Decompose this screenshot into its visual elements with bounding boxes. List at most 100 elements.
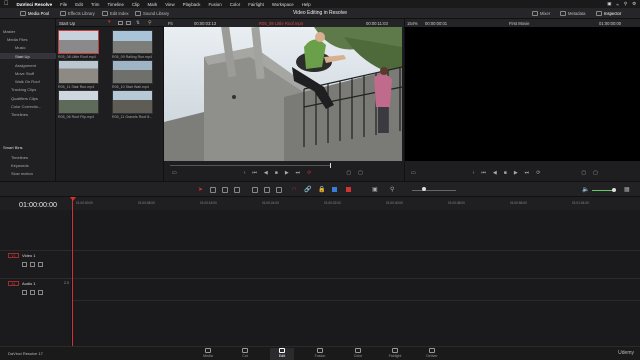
sort-icon[interactable]: ⇅: [136, 20, 140, 26]
reverse-icon[interactable]: ◀: [264, 170, 268, 176]
page-deliver[interactable]: Deliver: [420, 348, 444, 360]
menu-edit[interactable]: Edit: [75, 2, 83, 7]
page-media[interactable]: Media: [196, 348, 220, 360]
menu-color[interactable]: Color: [230, 2, 241, 7]
viewer-options-icon[interactable]: ▭: [411, 170, 416, 176]
zoom-full-icon[interactable]: ▣: [372, 186, 378, 193]
track-badge[interactable]: V1: [8, 253, 19, 258]
marker-color-icon[interactable]: [346, 187, 351, 192]
search-icon[interactable]: ⚲: [624, 1, 627, 7]
reverse-icon[interactable]: ◀: [493, 170, 497, 176]
menu-timeline[interactable]: Timeline: [107, 2, 123, 7]
volume-slider-handle[interactable]: [612, 188, 616, 192]
page-fusion[interactable]: Fusion: [308, 348, 332, 360]
page-fairlight[interactable]: Fairlight: [383, 348, 407, 360]
menu-view[interactable]: View: [165, 2, 174, 7]
mark-in-icon[interactable]: ▢: [581, 170, 586, 176]
overwrite-clip-icon[interactable]: [264, 187, 270, 193]
wifi-icon[interactable]: ≈: [616, 2, 618, 7]
go-to-start-icon[interactable]: ⏮: [481, 170, 486, 176]
bin-music[interactable]: Music: [15, 45, 25, 50]
viewer-options-icon[interactable]: ▭: [172, 170, 177, 176]
lock-track-icon[interactable]: [22, 290, 27, 295]
insert-clip-icon[interactable]: [252, 187, 258, 193]
flag-color-icon[interactable]: [332, 187, 337, 192]
record-zoom[interactable]: 154%: [407, 21, 418, 26]
solo-icon[interactable]: [30, 290, 35, 295]
thumbnail-view-icon[interactable]: [118, 20, 123, 25]
go-to-end-icon[interactable]: ⏭: [296, 170, 301, 176]
menu-playback[interactable]: Playback: [183, 2, 201, 7]
menu-help[interactable]: Help: [302, 2, 311, 7]
source-viewer[interactable]: [164, 27, 402, 161]
jog-left-icon[interactable]: ‹: [473, 170, 475, 176]
bin-master[interactable]: Master: [3, 29, 15, 34]
mixer-button[interactable]: Mixer: [532, 10, 550, 17]
smart-bin-keywords[interactable]: Keywords: [11, 163, 29, 168]
clip-thumbnail[interactable]: R05_11 Stair Run.mp4: [58, 60, 99, 89]
menu-workspace[interactable]: Workspace: [272, 2, 294, 7]
smart-bin-timelines[interactable]: Timelines: [11, 155, 28, 160]
metadata-button[interactable]: Metadata: [560, 10, 585, 17]
auto-select-icon[interactable]: [30, 262, 35, 267]
video-track-header[interactable]: V1 Video 1: [0, 250, 72, 272]
menu-mark[interactable]: Mark: [147, 2, 157, 7]
bin-media-files[interactable]: Media Files: [7, 37, 27, 42]
control-center-icon[interactable]: ⚙: [632, 1, 636, 7]
mixer-toggle-icon[interactable]: ▦: [624, 186, 630, 193]
mark-out-icon[interactable]: ▢: [358, 170, 363, 176]
dynamic-trim-icon[interactable]: [222, 187, 228, 193]
list-view-icon[interactable]: [126, 20, 131, 25]
stop-icon[interactable]: ■: [275, 170, 278, 176]
bin-qualifiers-clips[interactable]: Qualifiers Clips: [11, 96, 38, 101]
source-zoom[interactable]: Fit: [168, 21, 173, 26]
timeline-name[interactable]: First Movie: [509, 21, 529, 26]
play-icon[interactable]: ▶: [285, 170, 289, 176]
clip-thumbnail[interactable]: R05_11 Gravels Roof 8...: [112, 90, 153, 119]
record-viewer[interactable]: [404, 27, 640, 161]
playhead[interactable]: [72, 198, 73, 346]
mark-in-icon[interactable]: ▢: [346, 170, 351, 176]
lock-track-icon[interactable]: [22, 262, 27, 267]
bin-color-correction[interactable]: Color Correctio...: [11, 104, 41, 109]
menu-fairlight[interactable]: Fairlight: [248, 2, 264, 7]
bin-timelines[interactable]: Timelines: [11, 112, 28, 117]
trim-tool-icon[interactable]: [210, 187, 216, 193]
bin-walk-on-roof[interactable]: Walk On Roof: [15, 79, 40, 84]
inspector-button[interactable]: Inspector: [596, 10, 621, 17]
track-name[interactable]: Audio 1: [22, 281, 36, 286]
loop-icon[interactable]: ⟳: [536, 170, 540, 176]
go-to-end-icon[interactable]: ⏭: [525, 170, 530, 176]
source-playhead[interactable]: [330, 163, 331, 168]
apple-icon[interactable]: : [4, 1, 9, 7]
bin-options-icon[interactable]: ▾: [108, 19, 111, 25]
clip-thumbnail[interactable]: R05_08 Little Roof.mp4: [58, 30, 99, 59]
playhead-handle[interactable]: [70, 197, 76, 201]
zoom-slider[interactable]: [412, 190, 456, 191]
timeline-timecode[interactable]: 01:00:00:00: [19, 200, 57, 209]
menu-fusion[interactable]: Fusion: [209, 2, 222, 7]
search-icon[interactable]: ⚲: [148, 20, 152, 26]
mute-icon[interactable]: [38, 290, 43, 295]
bin-move-stuff[interactable]: Move Stuff: [15, 71, 34, 76]
position-lock-icon[interactable]: 🔒: [318, 186, 325, 193]
bin-start-up[interactable]: Start Up: [15, 54, 30, 59]
stop-icon[interactable]: ■: [504, 170, 507, 176]
page-color[interactable]: Color: [346, 348, 370, 360]
linked-selection-icon[interactable]: 🔗: [304, 186, 311, 193]
smart-bin-slow-motion[interactable]: Slow motion: [11, 171, 33, 176]
bin-assignment[interactable]: Assignment: [15, 63, 36, 68]
blade-tool-icon[interactable]: [234, 187, 240, 193]
menu-clip[interactable]: Clip: [132, 2, 140, 7]
mark-out-icon[interactable]: ▢: [593, 170, 598, 176]
source-scrubber[interactable]: [170, 165, 330, 166]
zoom-detail-icon[interactable]: ⚲: [390, 186, 394, 193]
selection-tool-icon[interactable]: ➤: [198, 186, 203, 193]
volume-icon[interactable]: 🔈: [582, 186, 589, 193]
replace-clip-icon[interactable]: [276, 187, 282, 193]
go-to-start-icon[interactable]: ⏮: [252, 170, 257, 176]
clip-thumbnail[interactable]: R05_06 Roof Flip.mp4: [58, 90, 99, 119]
menu-app-name[interactable]: DaVinci Resolve: [17, 2, 53, 7]
screen-icon[interactable]: ▣: [607, 1, 611, 7]
timeline-tracks[interactable]: [72, 210, 640, 346]
